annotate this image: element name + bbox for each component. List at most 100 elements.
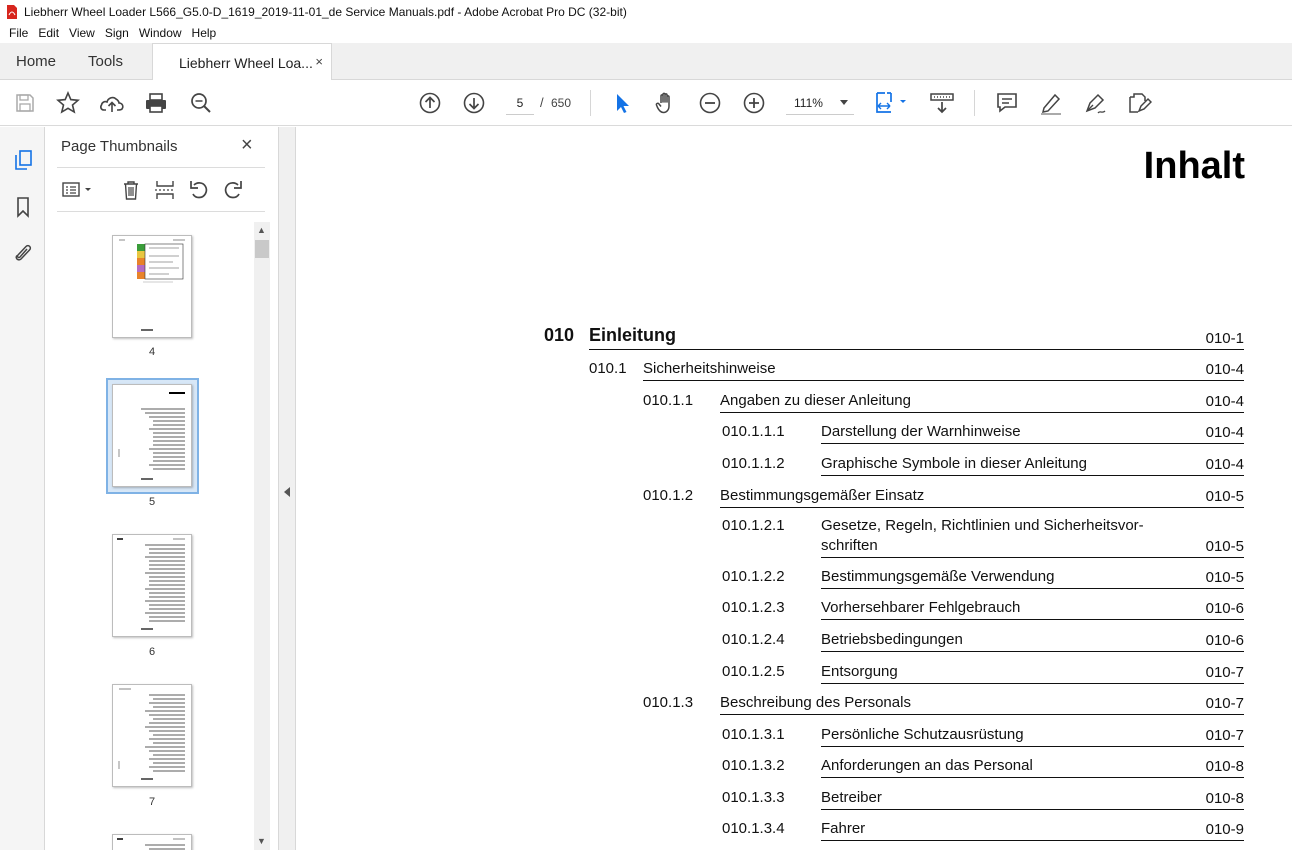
page-thumbnail-7[interactable] [112, 684, 192, 787]
page-thumbnail-4[interactable] [112, 235, 192, 338]
highlight-pen-icon[interactable] [1037, 89, 1065, 117]
scrollbar-thumb[interactable] [255, 240, 269, 258]
toc-entry-rule [821, 840, 1244, 841]
scroll-up-arrow-icon[interactable]: ▲ [257, 225, 266, 235]
zoom-level-dropdown[interactable]: 111% [786, 91, 854, 115]
tab-close-icon[interactable]: × [315, 54, 323, 69]
collapse-panel-arrow-icon[interactable] [284, 487, 290, 497]
toc-entry-title: Graphische Symbole in dieser Anleitung [821, 455, 1087, 472]
toc-entry-number: 010.1.1.2 [722, 455, 785, 472]
toc-entry[interactable]: 010.1.1.2 Graphische Symbole in dieser An… [296, 450, 1292, 476]
toc-entry-title-continuation: schriften [821, 537, 878, 554]
toc-entry-title: Sicherheitshinweise [643, 360, 776, 377]
tab-home[interactable]: Home [16, 53, 56, 70]
toc-entry-title: Bestimmungsgemäße Verwendung [821, 568, 1055, 585]
toc-entry[interactable]: 010.1.2.2 Bestimmungsgemäße Verwendung 010… [296, 563, 1292, 589]
toc-entry-rule [821, 683, 1244, 684]
save-icon[interactable] [11, 89, 39, 117]
edit-document-icon[interactable] [1125, 89, 1153, 117]
select-cursor-icon[interactable] [608, 89, 636, 117]
toc-entry-number: 010.1.3.2 [722, 757, 785, 774]
toc-entry[interactable]: 010.1.3 Beschreibung des Personals 010-7 [296, 689, 1292, 715]
toc-entry[interactable]: 010.1.2.3 Vorhersehbarer Fehlgebrauch 010-… [296, 594, 1292, 620]
toc-entry-title: Beschreibung des Personals [720, 694, 911, 711]
toc-entry-title: Bestimmungsgemäßer Einsatz [720, 487, 925, 504]
window-title: Liebherr Wheel Loader L566_G5.0-D_1619_2… [24, 4, 627, 19]
toc-entry-page: 010-4 [1205, 424, 1244, 441]
hand-tool-icon[interactable] [652, 89, 680, 117]
thumbnails-scrollbar[interactable]: ▲ ▼ [254, 222, 270, 850]
thumbnail-options-icon[interactable] [59, 177, 95, 203]
toc-entry[interactable]: 010.1.3.4 Fahrer 010-9 [296, 815, 1292, 841]
toc-entry-page: 010-7 [1205, 664, 1244, 681]
insert-page-icon[interactable] [152, 177, 178, 203]
sign-pen-icon[interactable] [1081, 89, 1109, 117]
toc-entry-title: Gesetze, Regeln, Richtlinien und Sicherh… [821, 517, 1144, 534]
page-thumbnail-5[interactable] [112, 384, 192, 487]
fit-page-icon[interactable] [872, 89, 910, 117]
previous-page-icon[interactable] [416, 89, 444, 117]
page-separator: / [540, 95, 544, 110]
toc-entry[interactable]: 010.1.1.1 Darstellung der Warnhinweise 010… [296, 418, 1292, 444]
thumbnail-page-number: 5 [148, 496, 156, 508]
menu-sign[interactable]: Sign [100, 26, 134, 40]
toc-entry-rule [821, 809, 1244, 810]
toc-entry-rule [720, 507, 1244, 508]
toc-entry[interactable]: 010.1.2 Bestimmungsgemäßer Einsatz 010-5 [296, 482, 1292, 508]
toc-entry-rule [821, 475, 1244, 476]
toc-entry[interactable]: 010 Einleitung 010-1 [296, 324, 1292, 350]
next-page-icon[interactable] [460, 89, 488, 117]
main-toolbar: / 650 111% [0, 80, 1292, 126]
toc-entry-page: 010-5 [1205, 538, 1244, 555]
menu-edit[interactable]: Edit [33, 26, 64, 40]
toc-entry[interactable]: 010.1 Sicherheitshinweise 010-4 [296, 355, 1292, 381]
toc-entry[interactable]: 010.1.3.1 Persönliche Schutzausrüstung 010… [296, 721, 1292, 747]
toc-entry[interactable]: 010.1.2.5 Entsorgung 010-7 [296, 658, 1292, 684]
toc-entry-rule [589, 349, 1244, 350]
zoom-out-icon[interactable] [696, 89, 724, 117]
acrobat-app-icon [7, 4, 17, 19]
print-icon[interactable] [142, 89, 170, 117]
tab-bar: Home Tools Liebherr Wheel Loa... × [0, 43, 1292, 81]
toolbar-divider [590, 90, 591, 116]
scroll-mode-icon[interactable] [928, 89, 956, 117]
scroll-down-arrow-icon[interactable]: ▼ [257, 836, 266, 846]
zoom-in-icon[interactable] [740, 89, 768, 117]
toc-entry-number: 010.1.2.4 [722, 631, 785, 648]
rotate-clockwise-icon[interactable] [220, 177, 246, 203]
page-thumbnail-6[interactable] [112, 534, 192, 637]
menu-view[interactable]: View [64, 26, 100, 40]
toc-entry[interactable]: 010.1.3.2 Anforderungen an das Personal 01… [296, 752, 1292, 778]
menu-file[interactable]: File [4, 26, 33, 40]
toc-entry[interactable]: 010.1.2.1 Gesetze, Regeln, Richtlinien un… [296, 512, 1292, 558]
menu-window[interactable]: Window [134, 26, 187, 40]
page-number-input[interactable] [506, 91, 534, 115]
page-thumbnails-icon[interactable] [10, 147, 36, 173]
toc-entry-number: 010.1.3.3 [722, 789, 785, 806]
thumbnail-page-number: 7 [148, 796, 156, 808]
toc-entry[interactable]: 010.1.3.3 Betreiber 010-8 [296, 784, 1292, 810]
panel-close-icon[interactable]: × [241, 135, 253, 155]
upload-cloud-icon[interactable] [98, 89, 126, 117]
toc-entry[interactable]: 010.1.2.4 Betriebsbedingungen 010-6 [296, 626, 1292, 652]
bookmark-icon[interactable] [10, 194, 36, 220]
page-thumbnail-8[interactable] [112, 834, 192, 850]
delete-trash-icon[interactable] [118, 177, 144, 203]
menu-help[interactable]: Help [187, 26, 222, 40]
star-icon[interactable] [54, 89, 82, 117]
panel-splitter[interactable] [278, 127, 296, 850]
toc-entry-rule [821, 557, 1244, 558]
zoom-search-icon[interactable] [187, 89, 215, 117]
comment-icon[interactable] [993, 89, 1021, 117]
toc-entry-number: 010.1.3.4 [722, 820, 785, 837]
toc-entry-page: 010-4 [1205, 456, 1244, 473]
toc-entry[interactable]: 010.1.1 Angaben zu dieser Anleitung 010-4 [296, 387, 1292, 413]
tab-tools[interactable]: Tools [88, 53, 123, 70]
toc-entry-page: 010-1 [1205, 330, 1244, 347]
tab-document[interactable]: Liebherr Wheel Loa... × [152, 43, 332, 81]
attachment-paperclip-icon[interactable] [10, 240, 36, 266]
rotate-counterclockwise-icon[interactable] [186, 177, 212, 203]
toc-entry-number: 010.1.2.3 [722, 599, 785, 616]
page-heading: Inhalt [1143, 145, 1245, 187]
document-page-view: Inhalt 010 Einleitung 010-1 010.1 Sicherheit… [296, 127, 1292, 850]
